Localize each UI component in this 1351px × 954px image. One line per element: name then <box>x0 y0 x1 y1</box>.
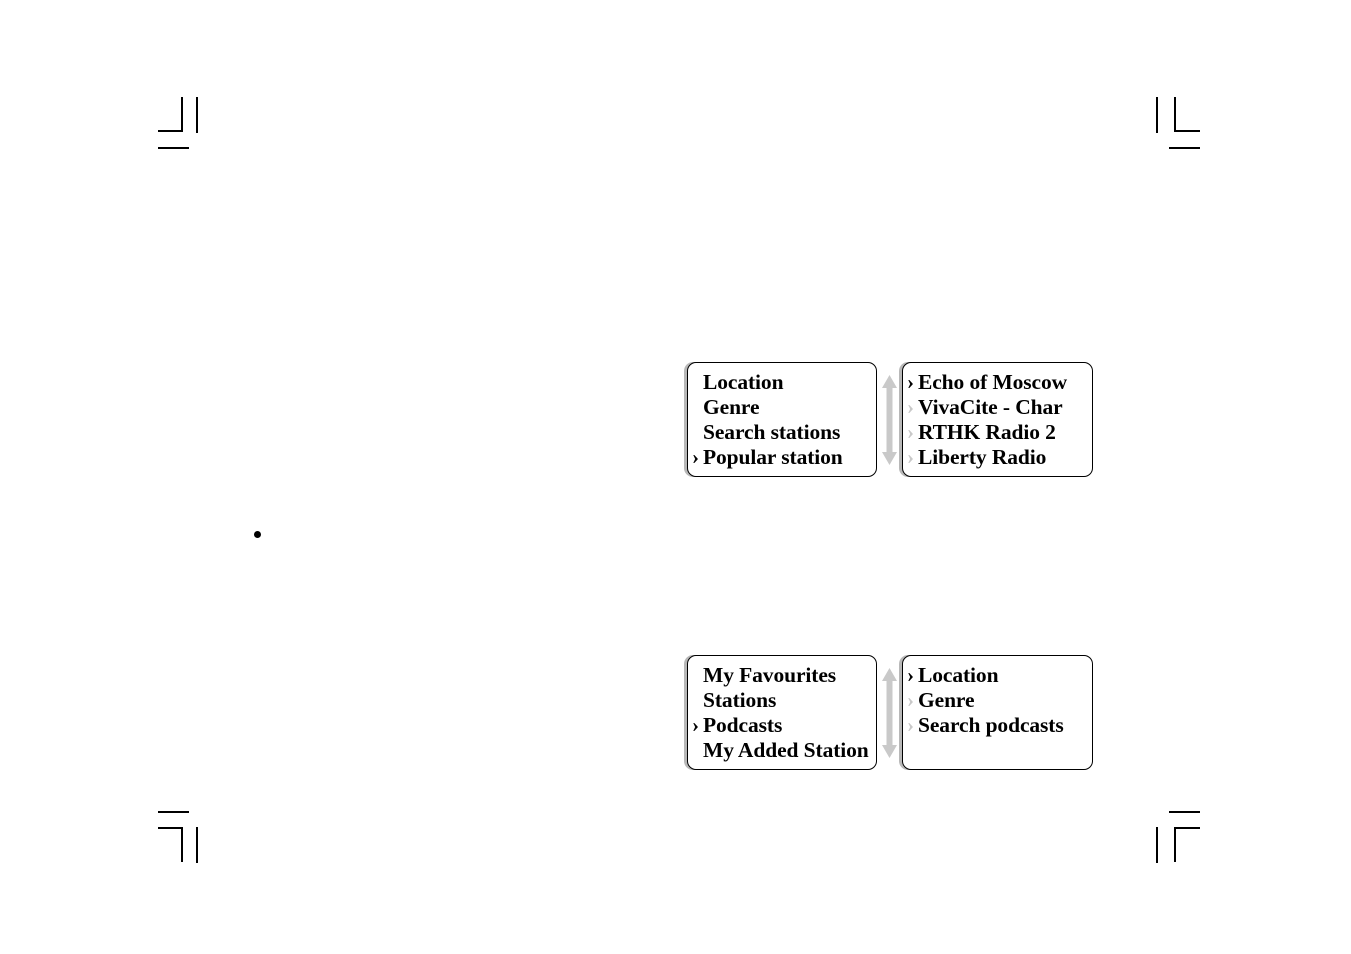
crop-mark-bottom-right <box>1150 805 1206 863</box>
list-item-selected[interactable]: › Popular station <box>688 445 876 470</box>
chevron-right-icon: › <box>688 370 703 395</box>
chevron-right-icon: › <box>688 395 703 420</box>
crop-mark-bottom-left <box>152 805 208 863</box>
list-item-selected[interactable]: › Location <box>903 663 1092 688</box>
list-item[interactable]: › VivaCite - Char <box>903 395 1092 420</box>
scroll-updown-arrow[interactable] <box>877 655 902 770</box>
list-item-label: My Added Station <box>703 738 869 762</box>
list-item-label: Search stations <box>703 420 841 444</box>
list-item-label: Liberty Radio <box>918 445 1047 469</box>
lcd-screen-main-menu[interactable]: › My Favourites › Stations › Podcasts › … <box>687 655 877 770</box>
screen-group-stations: › Location › Genre › Search stations › P… <box>687 362 1093 477</box>
chevron-right-icon: › <box>688 420 703 445</box>
list-item-label: RTHK Radio 2 <box>918 420 1056 444</box>
lcd-screen-popular-stations-list[interactable]: › Echo of Moscow › VivaCite - Char › RTH… <box>902 362 1093 477</box>
manual-page: › Location › Genre › Search stations › P… <box>0 0 1351 954</box>
list-item-label: Genre <box>703 395 760 419</box>
list-item-label: Stations <box>703 688 777 712</box>
list-item-label: Echo of Moscow <box>918 370 1068 394</box>
list-item[interactable]: › Genre <box>903 688 1092 713</box>
list-item-label: My Favourites <box>703 663 837 687</box>
chevron-right-icon: › <box>907 713 914 737</box>
crop-mark-top-right <box>1150 97 1206 153</box>
crop-mark-top-left <box>152 97 208 153</box>
list-item[interactable]: › Location <box>688 370 876 395</box>
chevron-right-icon: › <box>688 738 703 763</box>
list-item-selected[interactable]: › Echo of Moscow <box>903 370 1092 395</box>
chevron-right-icon: › <box>907 370 914 394</box>
up-down-arrow-icon <box>882 667 897 758</box>
list-item-label: Search podcasts <box>918 713 1064 737</box>
chevron-right-icon: › <box>688 688 703 713</box>
lcd-screen-podcasts-menu[interactable]: › Location › Genre › Search podcasts <box>902 655 1093 770</box>
up-down-arrow-icon <box>882 374 897 465</box>
chevron-right-icon: › <box>692 713 699 737</box>
chevron-right-icon: › <box>907 663 914 687</box>
list-item[interactable]: › My Favourites <box>688 663 876 688</box>
list-item[interactable]: › Liberty Radio <box>903 445 1092 470</box>
screen-group-podcasts: › My Favourites › Stations › Podcasts › … <box>687 655 1093 770</box>
chevron-right-icon: › <box>688 663 703 688</box>
list-item[interactable]: › Search stations <box>688 420 876 445</box>
chevron-right-icon: › <box>907 445 914 469</box>
lcd-screen-stations-menu[interactable]: › Location › Genre › Search stations › P… <box>687 362 877 477</box>
body-bullet <box>254 531 261 538</box>
list-item[interactable]: › Genre <box>688 395 876 420</box>
list-item[interactable]: › Search podcasts <box>903 713 1092 738</box>
list-item-label: Popular station <box>703 445 843 469</box>
scroll-updown-arrow[interactable] <box>877 362 902 477</box>
chevron-right-icon: › <box>692 445 699 469</box>
list-item-label: Genre <box>918 688 975 712</box>
chevron-right-icon: › <box>907 420 914 444</box>
list-item[interactable]: › My Added Station <box>688 738 876 763</box>
chevron-right-icon: › <box>907 688 914 712</box>
list-item-label: Location <box>918 663 999 687</box>
list-item[interactable]: › Stations <box>688 688 876 713</box>
list-item-label: VivaCite - Char <box>918 395 1063 419</box>
list-item-selected[interactable]: › Podcasts <box>688 713 876 738</box>
list-item[interactable]: › RTHK Radio 2 <box>903 420 1092 445</box>
list-item-label: Podcasts <box>703 713 783 737</box>
list-item-label: Location <box>703 370 784 394</box>
chevron-right-icon: › <box>907 395 914 419</box>
